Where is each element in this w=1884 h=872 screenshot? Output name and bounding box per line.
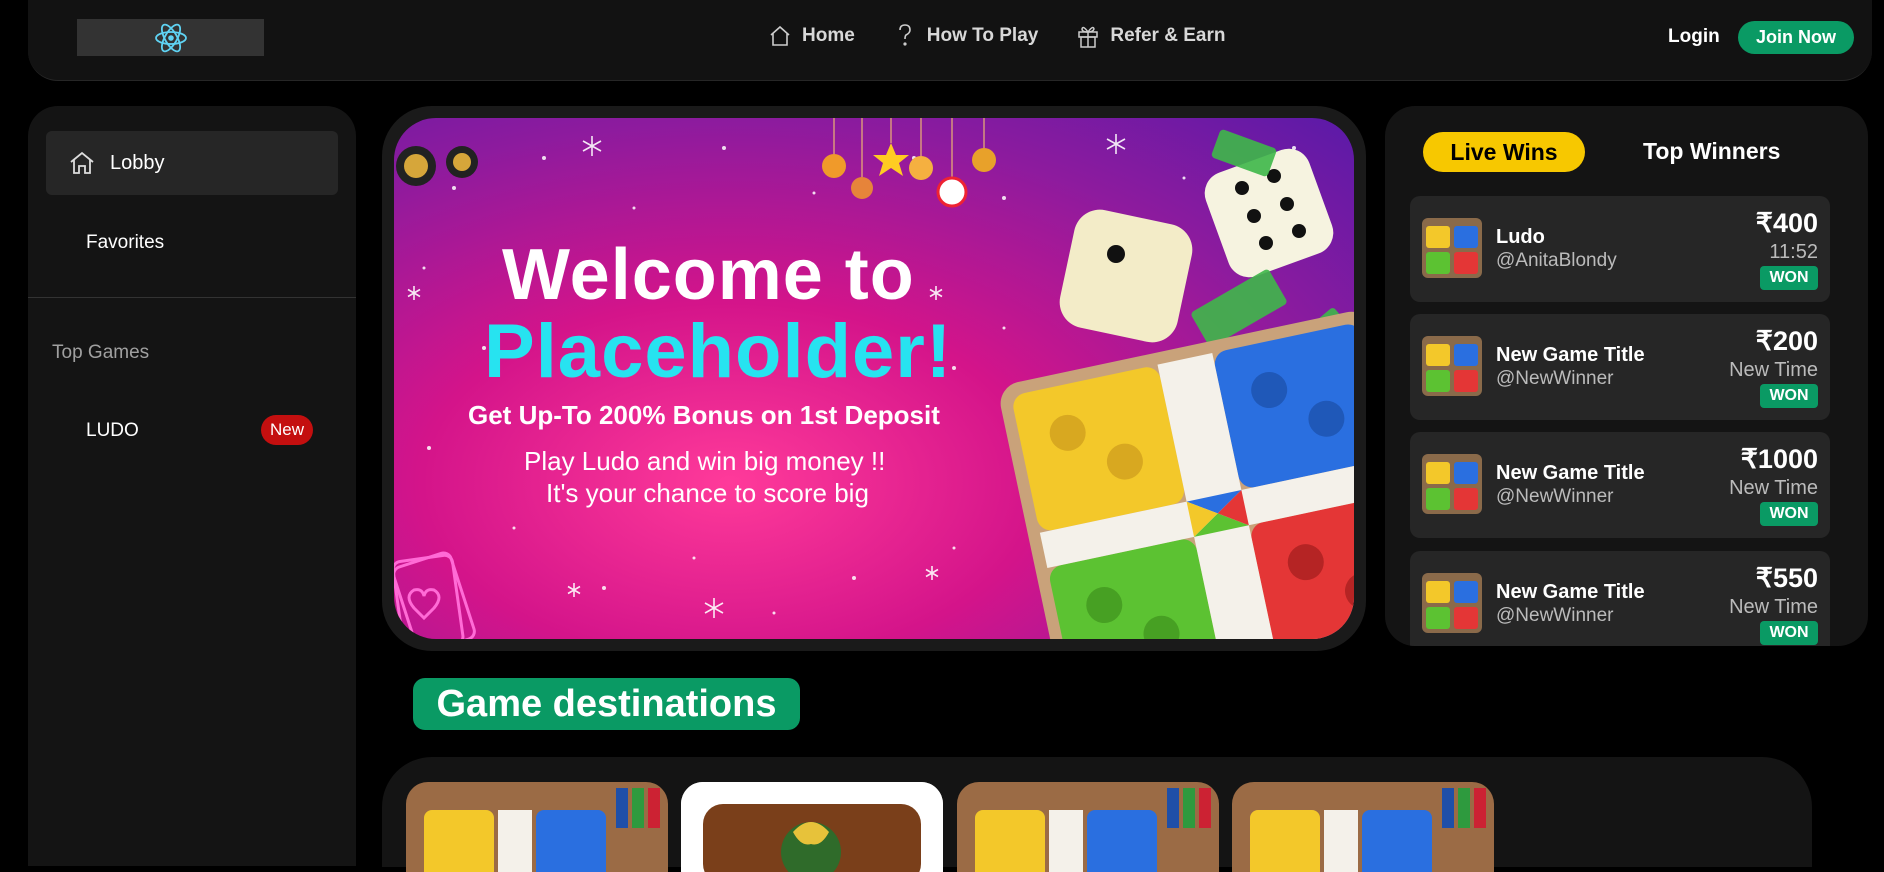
win-username: @NewWinner bbox=[1496, 605, 1614, 626]
win-game-title: New Game Title bbox=[1496, 581, 1645, 603]
sidebar-item-label: Lobby bbox=[110, 152, 165, 174]
tab-top-winners[interactable]: Top Winners bbox=[1643, 138, 1780, 165]
nav-refer-earn[interactable]: Refer & Earn bbox=[1076, 23, 1225, 49]
game-card[interactable] bbox=[406, 782, 668, 872]
game-thumbnail bbox=[1422, 573, 1482, 633]
sidebar-divider bbox=[28, 297, 356, 298]
win-username: @NewWinner bbox=[1496, 368, 1614, 389]
win-time: New Time bbox=[1729, 477, 1818, 499]
win-card[interactable]: New Game Title @NewWinner ₹550 New Time … bbox=[1410, 551, 1830, 646]
game-card[interactable] bbox=[957, 782, 1219, 872]
win-time: New Time bbox=[1729, 596, 1818, 618]
game-card[interactable] bbox=[1232, 782, 1494, 872]
new-badge: New bbox=[261, 415, 313, 445]
react-atom-icon bbox=[154, 23, 187, 52]
nav-home[interactable]: Home bbox=[768, 23, 855, 49]
hero-banner[interactable]: Welcome to Placeholder! Get Up-To 200% B… bbox=[394, 118, 1354, 639]
win-game-title: Ludo bbox=[1496, 226, 1545, 248]
nav-home-label: Home bbox=[802, 25, 855, 46]
game-thumbnail bbox=[1422, 336, 1482, 396]
logo[interactable] bbox=[77, 19, 264, 56]
game-destinations-panel bbox=[382, 757, 1812, 872]
win-username: @NewWinner bbox=[1496, 486, 1614, 507]
banner-subtitle: Get Up-To 200% Bonus on 1st Deposit bbox=[468, 400, 940, 430]
win-amount: ₹550 bbox=[1755, 563, 1818, 593]
game-thumbnail bbox=[1422, 218, 1482, 278]
banner-title-line2: Placeholder! bbox=[484, 309, 953, 394]
win-time: 11:52 bbox=[1769, 241, 1818, 263]
win-game-title: New Game Title bbox=[1496, 344, 1645, 366]
home-icon bbox=[770, 25, 790, 46]
win-game-title: New Game Title bbox=[1496, 462, 1645, 484]
game-card[interactable] bbox=[681, 782, 943, 872]
nav-how-to-play-label: How To Play bbox=[926, 25, 1039, 46]
join-now-button[interactable]: Join Now bbox=[1738, 21, 1854, 54]
won-badge: WON bbox=[1760, 266, 1818, 290]
won-badge: WON bbox=[1760, 384, 1818, 408]
nav-refer-earn-label: Refer & Earn bbox=[1110, 25, 1226, 46]
won-badge: WON bbox=[1760, 621, 1818, 645]
win-time: New Time bbox=[1729, 359, 1818, 381]
win-card[interactable]: New Game Title @NewWinner ₹1000 New Time… bbox=[1410, 432, 1830, 538]
hero-banner-frame: Welcome to Placeholder! Get Up-To 200% B… bbox=[382, 106, 1366, 651]
sidebar-item-favorites[interactable]: Favorites bbox=[86, 232, 164, 254]
sidebar: Lobby Favorites Top Games LUDO New bbox=[28, 106, 356, 866]
sidebar-section-title: Top Games bbox=[52, 342, 150, 363]
win-username: @AnitaBlondy bbox=[1496, 250, 1617, 271]
sidebar-item-ludo[interactable]: LUDO bbox=[86, 420, 139, 442]
live-wins-panel: Live Wins Top Winners Ludo @AnitaBlondy … bbox=[1385, 106, 1868, 646]
top-header: Home How To Play Refer & Earn Login Join… bbox=[28, 0, 1872, 81]
game-destinations-title: Game destinations bbox=[413, 678, 800, 730]
login-button[interactable]: Login bbox=[1668, 26, 1720, 48]
gift-icon bbox=[1078, 26, 1099, 48]
home-icon bbox=[70, 151, 94, 174]
banner-text-line2: It's your chance to score big bbox=[546, 478, 869, 508]
sidebar-item-lobby[interactable]: Lobby bbox=[46, 131, 338, 195]
banner-text-line1: Play Ludo and win big money !! bbox=[524, 446, 886, 476]
tab-live-wins[interactable]: Live Wins bbox=[1423, 132, 1585, 172]
question-icon bbox=[898, 24, 911, 46]
main-nav: Home How To Play Refer & Earn bbox=[768, 18, 1225, 54]
win-amount: ₹1000 bbox=[1740, 444, 1818, 474]
won-badge: WON bbox=[1760, 502, 1818, 526]
win-card[interactable]: Ludo @AnitaBlondy ₹400 11:52 WON bbox=[1410, 196, 1830, 302]
win-amount: ₹200 bbox=[1755, 326, 1818, 356]
game-thumbnail bbox=[1422, 454, 1482, 514]
win-amount: ₹400 bbox=[1755, 208, 1818, 238]
win-card[interactable]: New Game Title @NewWinner ₹200 New Time … bbox=[1410, 314, 1830, 420]
nav-how-to-play[interactable]: How To Play bbox=[893, 23, 1039, 49]
banner-title-line1: Welcome to bbox=[502, 235, 915, 315]
